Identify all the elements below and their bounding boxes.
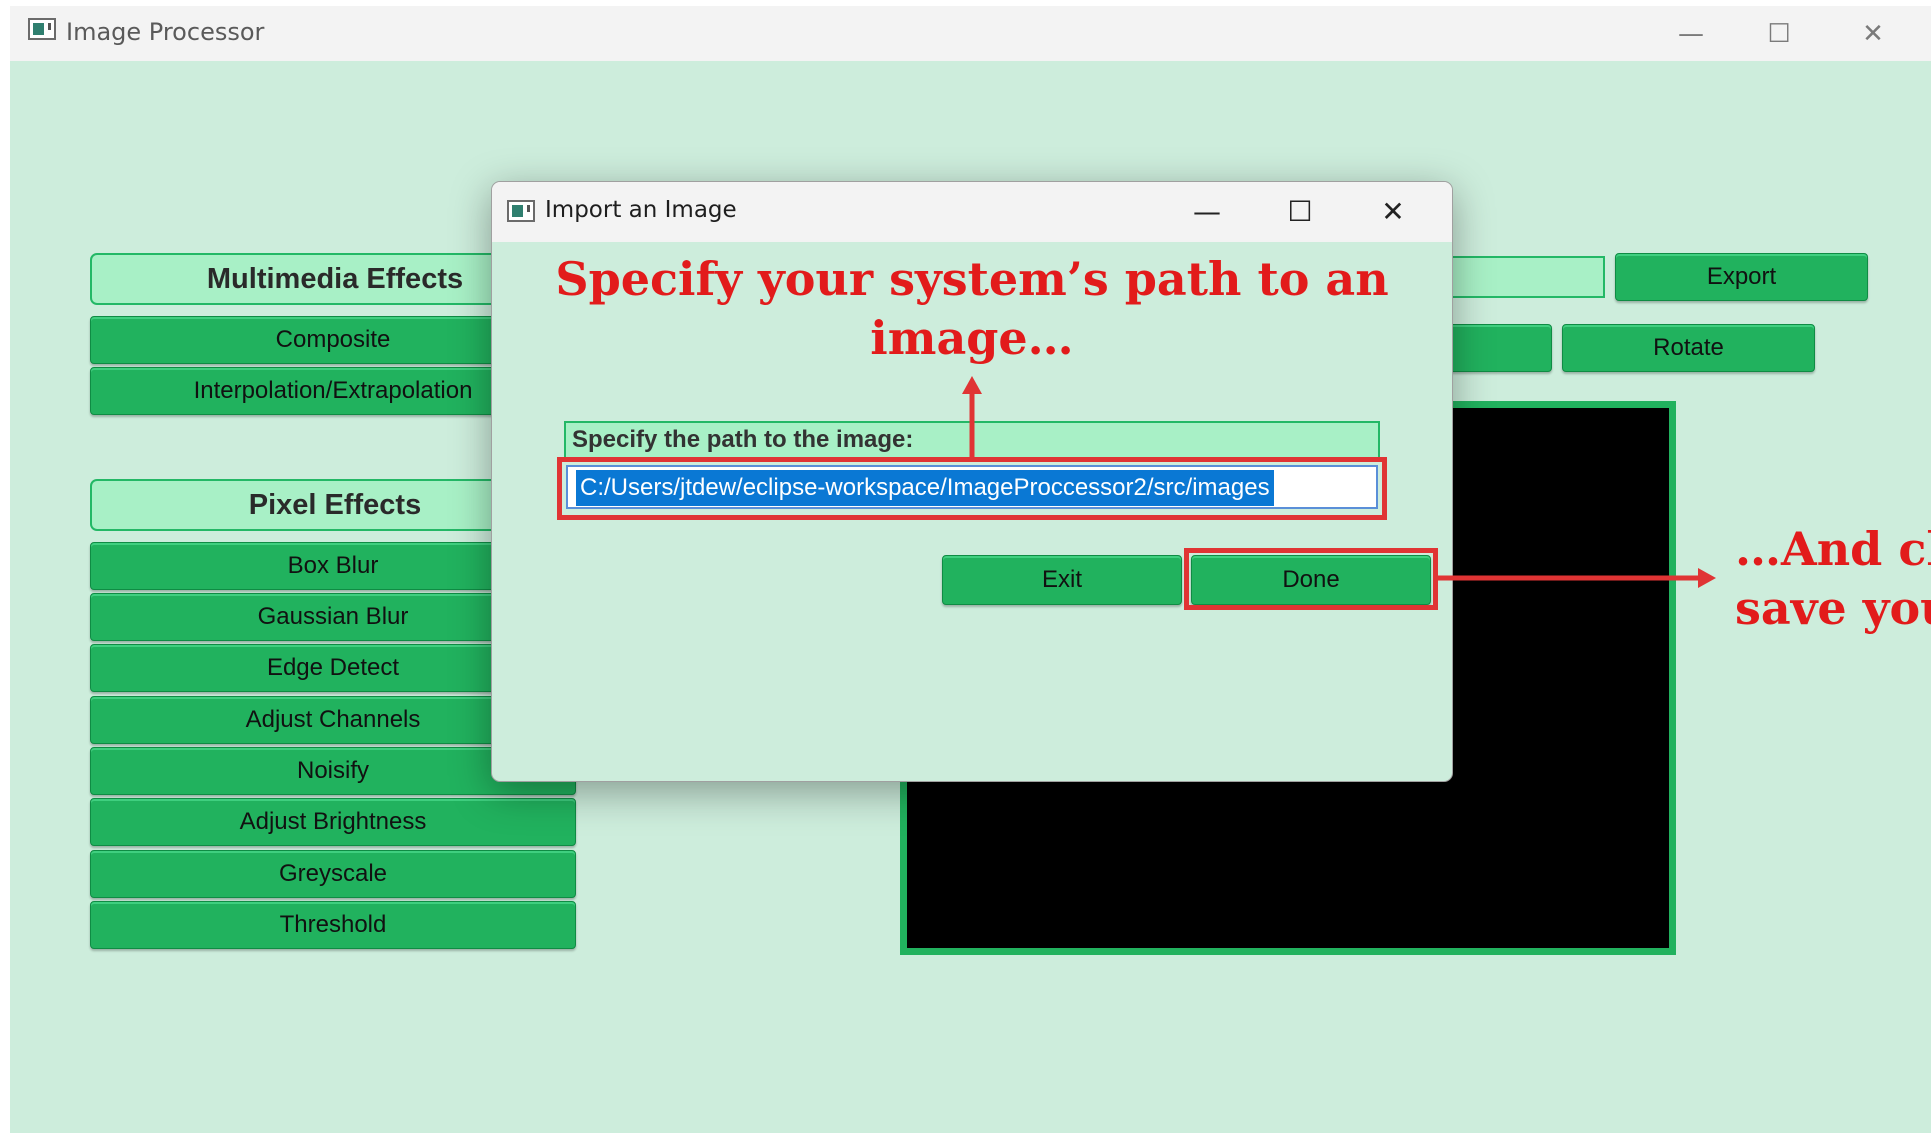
annotation-right-arrowhead xyxy=(1698,568,1716,588)
annotation-right-line-1: …And cl xyxy=(1735,522,1931,576)
annotation-up-arrowhead xyxy=(962,376,982,394)
annotation-right-line-2: save you xyxy=(1735,581,1931,635)
annotation-right-text: …And cl save you xyxy=(1735,520,1931,638)
annotation-arrows xyxy=(962,376,1716,588)
